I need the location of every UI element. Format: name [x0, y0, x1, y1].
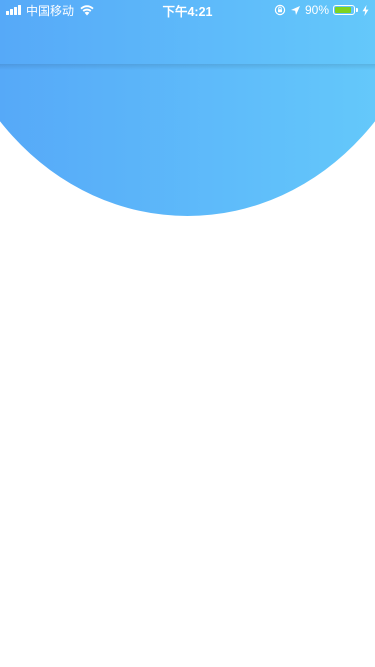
status-bar-right: 90% [274, 0, 369, 20]
battery-level [335, 7, 352, 13]
navigation-bar-shadow [0, 64, 375, 70]
charging-icon [362, 4, 369, 16]
battery-percent: 90% [304, 3, 329, 17]
carrier-name: 中国移动 [26, 3, 75, 18]
page-content [0, 216, 375, 667]
navigation-bar [0, 20, 375, 64]
status-bar: 中国移动 下午4:21 90% [0, 0, 375, 20]
status-bar-left: 中国移动 [6, 0, 95, 20]
wifi-icon [80, 5, 94, 16]
battery-icon [333, 5, 358, 15]
signal-icon [6, 5, 21, 15]
app-screen: 中国移动 下午4:21 90% [0, 0, 375, 667]
location-icon [290, 5, 300, 15]
orientation-lock-icon [274, 4, 286, 16]
